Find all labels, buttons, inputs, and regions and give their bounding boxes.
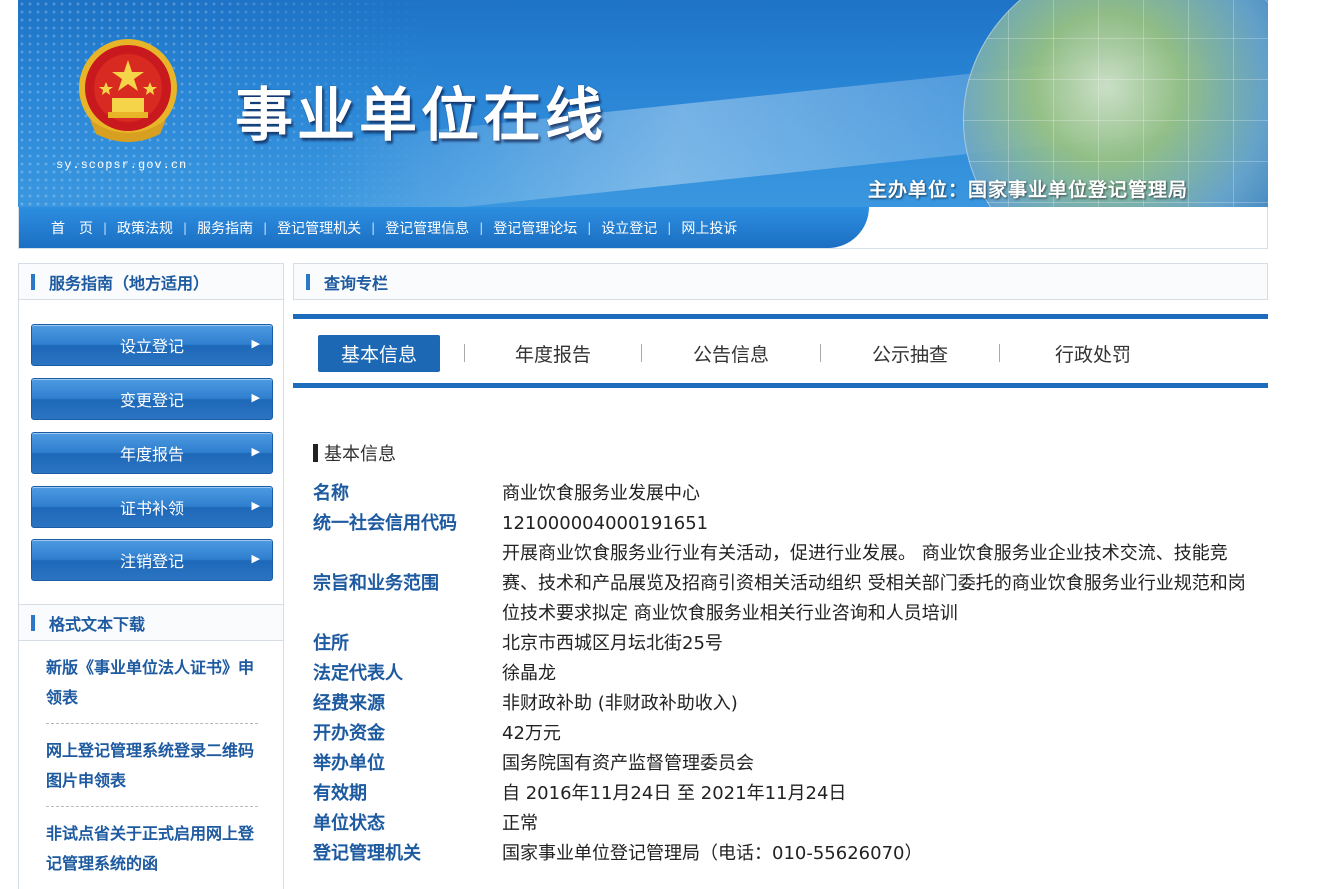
tab-bar-top-line — [293, 314, 1268, 319]
nav-item-online-complaint[interactable]: 网上投诉 — [671, 218, 747, 238]
nav-item-service-guide[interactable]: 服务指南 — [187, 218, 263, 238]
field-label: 举办单位 — [313, 753, 385, 774]
sidebar-button-certificate-reissue[interactable]: 证书补领 ▶ — [31, 486, 273, 528]
service-guide-title: 服务指南（地方适用） — [49, 273, 210, 293]
top-navigation-list: 首 页 | 政策法规 | 服务指南 | 登记管理机关 | 登记管理信息 | 登记管理论坛 |… — [41, 207, 747, 248]
field-value: 徐晶龙 — [502, 663, 556, 684]
field-label: 有效期 — [313, 783, 367, 804]
sidebar-button-label: 注销登记 — [119, 552, 184, 571]
chevron-right-icon: ▶ — [251, 445, 260, 458]
field-value: 国务院国有资产监督管理委员会 — [502, 753, 754, 774]
info-row-name: 名称 商业饮食服务业发展中心 — [313, 479, 1263, 509]
tab-bar-bottom-line — [293, 383, 1268, 388]
chevron-right-icon: ▶ — [251, 391, 260, 404]
field-label: 法定代表人 — [313, 663, 403, 684]
sidebar-button-annual-report[interactable]: 年度报告 ▶ — [31, 432, 273, 474]
info-row-address: 住所 北京市西城区月坛北街25号 — [313, 629, 1263, 659]
sidebar-button-establish[interactable]: 设立登记 ▶ — [31, 324, 273, 366]
field-value: 商业饮食服务业发展中心 — [502, 483, 700, 504]
header-marker — [31, 614, 35, 631]
nav-item-registration-info[interactable]: 登记管理信息 — [375, 218, 479, 238]
info-row-legal-representative: 法定代表人 徐晶龙 — [313, 659, 1263, 689]
field-label: 开办资金 — [313, 723, 385, 744]
site-title: 事业单位在线 — [235, 81, 608, 149]
chevron-right-icon: ▶ — [251, 552, 260, 565]
download-item[interactable]: 非试点省关于正式启用网上登记管理系统的函 — [46, 819, 258, 889]
tab-bar: 基本信息 年度报告 公告信息 公示抽查 行政处罚 — [293, 323, 1268, 383]
info-row-sponsor: 举办单位 国务院国有资产监督管理委员会 — [313, 749, 1263, 779]
sidebar-button-label: 年度报告 — [119, 445, 184, 464]
field-value: 42万元 — [502, 723, 561, 744]
download-title: 格式文本下载 — [49, 614, 146, 634]
field-label: 登记管理机关 — [313, 843, 421, 864]
sidebar-button-change[interactable]: 变更登记 ▶ — [31, 378, 273, 420]
chevron-right-icon: ▶ — [251, 499, 260, 512]
nav-item-home[interactable]: 首 页 — [41, 218, 103, 238]
field-label: 宗旨和业务范围 — [313, 573, 439, 594]
field-value: 北京市西城区月坛北街25号 — [502, 633, 723, 654]
header-marker — [306, 273, 310, 290]
chevron-right-icon: ▶ — [251, 337, 260, 350]
field-label: 名称 — [313, 483, 349, 504]
download-header: 格式文本下载 — [18, 604, 284, 641]
site-domain: sy.scopsr.gov.cn — [56, 158, 188, 172]
section-marker — [313, 444, 318, 462]
nav-item-forum[interactable]: 登记管理论坛 — [483, 218, 587, 238]
info-row-funding-source: 经费来源 非财政补助 (非财政补助收入) — [313, 689, 1263, 719]
field-label: 单位状态 — [313, 813, 385, 834]
field-label: 住所 — [313, 633, 349, 654]
organizer-text: 主办单位：国家事业单位登记管理局 — [868, 179, 1189, 201]
field-value: 121000004000191651 — [502, 513, 709, 534]
tab-administrative-penalty[interactable]: 行政处罚 — [1000, 335, 1186, 372]
tab-annual-report[interactable]: 年度报告 — [465, 335, 641, 372]
sidebar-button-cancellation[interactable]: 注销登记 ▶ — [31, 539, 273, 581]
download-list: 新版《事业单位法人证书》申领表 网上登记管理系统登录二维码图片申领表 非试点省关… — [46, 653, 258, 889]
field-label: 统一社会信用代码 — [313, 513, 457, 534]
site-banner: 事业单位在线 sy.scopsr.gov.cn 主办单位：国家事业单位登记管理局 — [18, 0, 1268, 207]
sidebar-button-label: 证书补领 — [119, 499, 184, 518]
query-panel-header: 查询专栏 — [293, 263, 1268, 300]
field-value: 国家事业单位登记管理局（电话：010-55626070） — [502, 843, 923, 864]
info-row-registration-authority: 登记管理机关 国家事业单位登记管理局（电话：010-55626070） — [313, 839, 1263, 869]
top-navigation: 首 页 | 政策法规 | 服务指南 | 登记管理机关 | 登记管理信息 | 登记管理论坛 |… — [18, 207, 1268, 249]
tab-announcements[interactable]: 公告信息 — [642, 335, 820, 372]
field-label: 经费来源 — [313, 693, 385, 714]
sidebar-button-label: 设立登记 — [119, 337, 184, 356]
nav-item-registration-authority[interactable]: 登记管理机关 — [267, 218, 371, 238]
field-value: 自 2016年11月24日 至 2021年11月24日 — [502, 783, 847, 804]
nav-item-establish-registration[interactable]: 设立登记 — [591, 218, 667, 238]
basic-info-table: 名称 商业饮食服务业发展中心 统一社会信用代码 1210000040001916… — [313, 479, 1263, 869]
field-value: 开展商业饮食服务业行业有关活动，促进行业发展。 商业饮食服务业企业技术交流、技能… — [502, 543, 1246, 624]
section-title: 基本信息 — [313, 440, 396, 466]
service-guide-header: 服务指南（地方适用） — [18, 263, 284, 300]
tab-public-inspection[interactable]: 公示抽查 — [821, 335, 999, 372]
field-value: 正常 — [502, 813, 538, 834]
nav-item-policy[interactable]: 政策法规 — [107, 218, 183, 238]
header-marker — [31, 273, 35, 290]
field-value: 非财政补助 (非财政补助收入) — [502, 693, 738, 714]
info-row-business-scope: 宗旨和业务范围 开展商业饮食服务业行业有关活动，促进行业发展。 商业饮食服务业企… — [313, 539, 1263, 629]
info-row-status: 单位状态 正常 — [313, 809, 1263, 839]
info-row-credit-code: 统一社会信用代码 121000004000191651 — [313, 509, 1263, 539]
section-title-text: 基本信息 — [324, 444, 396, 465]
query-panel-title: 查询专栏 — [324, 273, 389, 293]
info-row-validity: 有效期 自 2016年11月24日 至 2021年11月24日 — [313, 779, 1263, 809]
info-row-start-capital: 开办资金 42万元 — [313, 719, 1263, 749]
download-item[interactable]: 网上登记管理系统登录二维码图片申领表 — [46, 736, 258, 807]
download-item[interactable]: 新版《事业单位法人证书》申领表 — [46, 653, 258, 724]
national-emblem-icon — [79, 39, 177, 142]
sidebar-button-label: 变更登记 — [119, 391, 184, 410]
tab-basic-info[interactable]: 基本信息 — [318, 334, 440, 372]
